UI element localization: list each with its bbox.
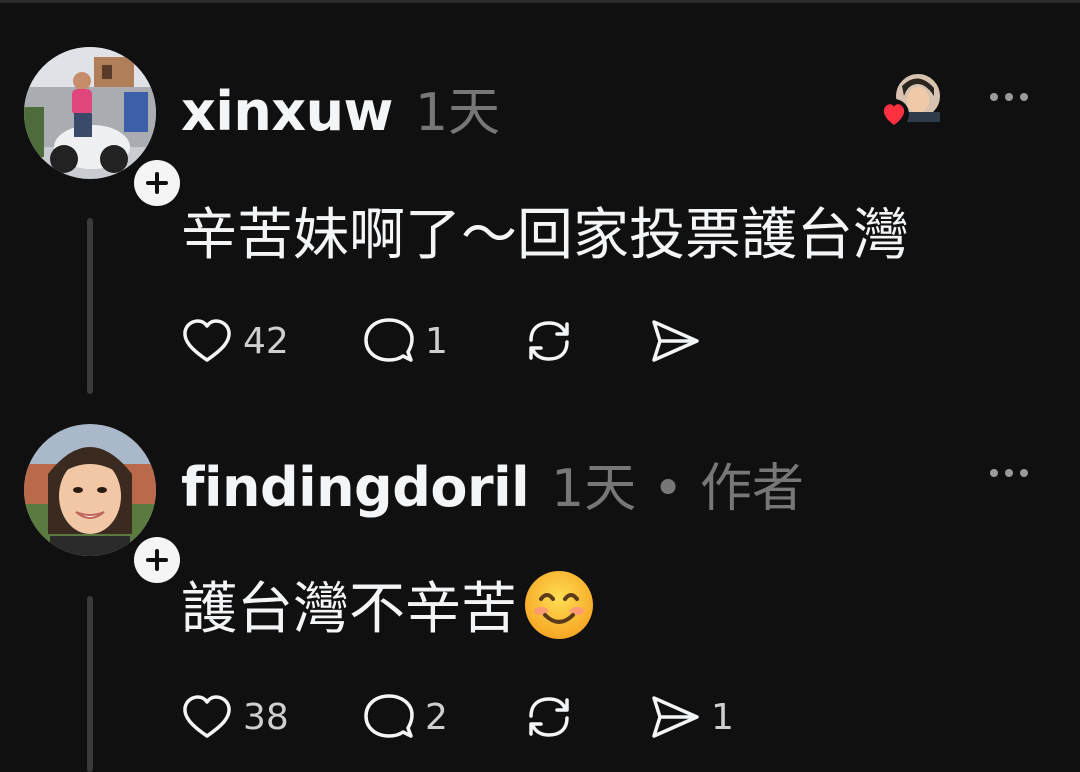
follow-button[interactable] xyxy=(128,154,186,212)
plus-icon xyxy=(146,172,168,194)
like-count: 38 xyxy=(243,696,289,738)
repost-icon xyxy=(529,697,569,737)
avatar-xinxuw-wrap xyxy=(24,47,186,212)
like-button[interactable]: 38 xyxy=(181,689,289,745)
comment-text: 辛苦妹啊了～回家投票護台灣 xyxy=(181,190,909,271)
comment-body: 護台灣不辛苦 xyxy=(181,577,517,642)
plus-icon xyxy=(146,549,168,571)
heart-icon xyxy=(183,319,231,362)
timestamp: 1天 xyxy=(414,83,501,143)
reply-count: 2 xyxy=(425,696,448,738)
more-horizontal-icon[interactable] xyxy=(988,90,1030,104)
like-count: 42 xyxy=(243,320,289,362)
top-divider xyxy=(0,0,1080,3)
comment-header: findingdoril 1天 • 作者 xyxy=(181,446,804,521)
timestamp-author: 1天 • 作者 xyxy=(551,459,804,519)
reply-button[interactable]: 1 xyxy=(363,313,448,369)
heart-filled-icon xyxy=(879,99,909,129)
repost-icon xyxy=(529,321,569,361)
smiling-face-emoji-icon xyxy=(525,570,593,639)
repost-button[interactable] xyxy=(523,689,585,745)
follow-button[interactable] xyxy=(128,531,186,589)
repost-button[interactable] xyxy=(523,313,585,369)
author-liked-indicator xyxy=(878,72,944,130)
avatar[interactable] xyxy=(24,47,156,179)
comment-body: 辛苦妹啊了～回家投票護台灣 xyxy=(181,203,909,268)
like-button[interactable]: 42 xyxy=(181,313,289,369)
username[interactable]: xinxuw xyxy=(181,80,393,143)
send-icon xyxy=(652,320,699,362)
avatar-findingdoril-wrap xyxy=(24,424,186,589)
avatar[interactable] xyxy=(24,424,156,556)
more-horizontal-icon[interactable] xyxy=(988,466,1030,480)
comment-header: xinxuw 1天 xyxy=(181,70,500,145)
username[interactable]: findingdoril xyxy=(181,456,530,519)
comment-text: 護台灣不辛苦 xyxy=(181,564,595,645)
thread-line xyxy=(87,218,93,394)
comment-bubble-icon xyxy=(364,694,414,738)
share-button[interactable] xyxy=(649,313,711,369)
heart-icon xyxy=(183,695,231,738)
reply-count: 1 xyxy=(425,320,448,362)
share-button[interactable]: 1 xyxy=(649,689,734,745)
reply-button[interactable]: 2 xyxy=(363,689,448,745)
comment-bubble-icon xyxy=(364,318,414,362)
send-icon xyxy=(652,696,699,738)
share-count: 1 xyxy=(711,696,734,738)
thread-line xyxy=(87,596,93,772)
